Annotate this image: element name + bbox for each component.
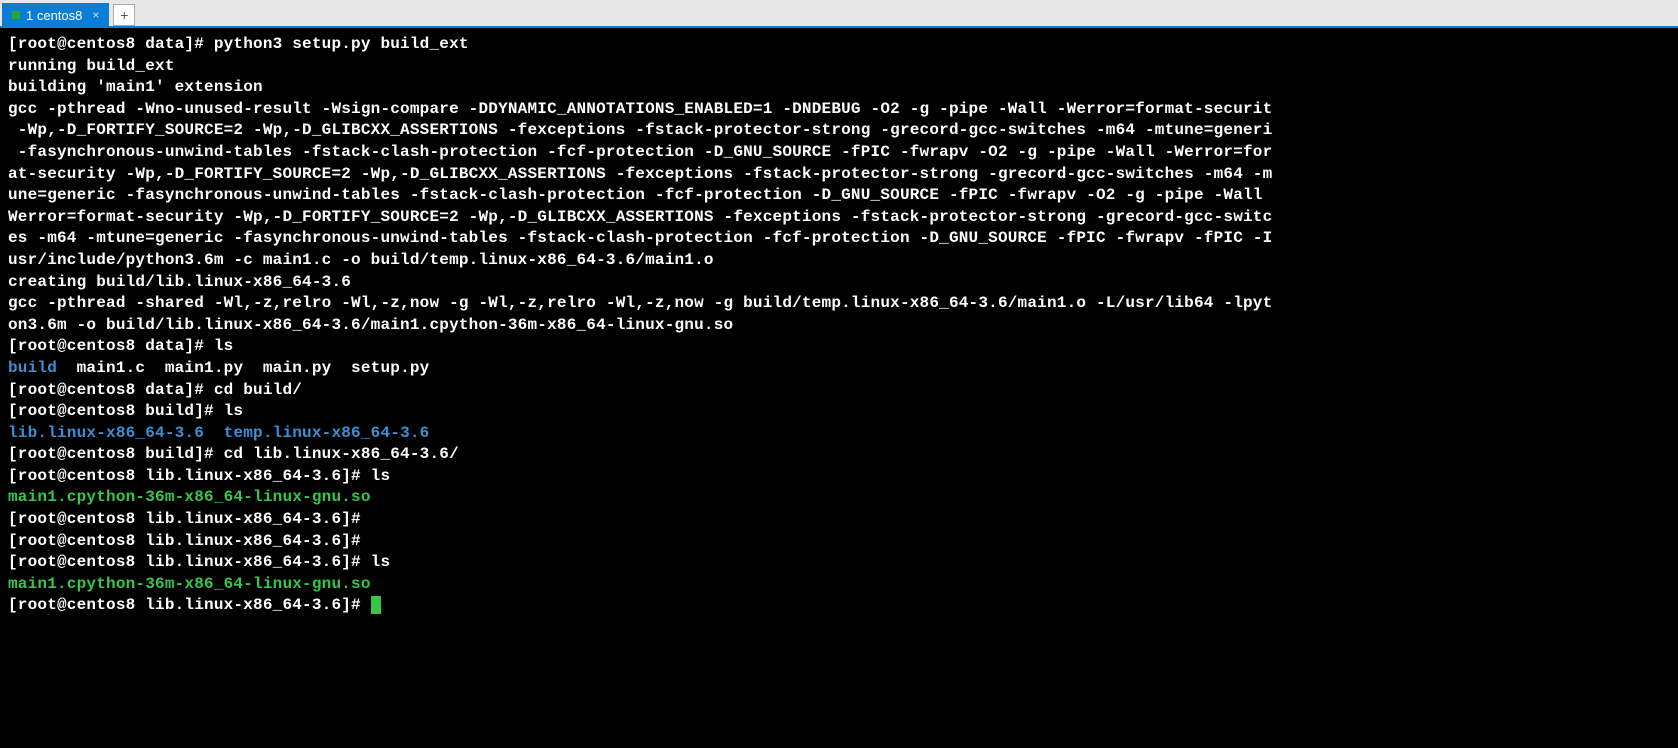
- terminal-line: build main1.c main1.py main.py setup.py: [8, 358, 1670, 380]
- add-tab-button[interactable]: +: [113, 4, 135, 26]
- terminal-line: -Wp,-D_FORTIFY_SOURCE=2 -Wp,-D_GLIBCXX_A…: [8, 120, 1670, 142]
- terminal-text: [root@centos8 build]# cd lib.linux-x86_6…: [8, 445, 459, 463]
- terminal-line: creating build/lib.linux-x86_64-3.6: [8, 272, 1670, 294]
- tab-bar: 1 centos8 × +: [0, 0, 1678, 28]
- terminal-text: gcc -pthread -Wno-unused-result -Wsign-c…: [8, 100, 1272, 118]
- terminal-text: main1.c main1.py main.py setup.py: [57, 359, 429, 377]
- terminal-text: on3.6m -o build/lib.linux-x86_64-3.6/mai…: [8, 316, 733, 334]
- close-icon[interactable]: ×: [92, 8, 99, 22]
- terminal-text: main1.cpython-36m-x86_64-linux-gnu.so: [8, 575, 371, 593]
- terminal-line: [root@centos8 lib.linux-x86_64-3.6]# ls: [8, 552, 1670, 574]
- terminal-text: [root@centos8 lib.linux-x86_64-3.6]#: [8, 596, 371, 614]
- terminal-text: [root@centos8 lib.linux-x86_64-3.6]#: [8, 532, 371, 550]
- terminal-line: [root@centos8 lib.linux-x86_64-3.6]#: [8, 531, 1670, 553]
- terminal-text: main1.cpython-36m-x86_64-linux-gnu.so: [8, 488, 371, 506]
- terminal-text: une=generic -fasynchronous-unwind-tables…: [8, 186, 1272, 204]
- terminal-line: [root@centos8 data]# cd build/: [8, 380, 1670, 402]
- terminal-text: [root@centos8 lib.linux-x86_64-3.6]# ls: [8, 553, 390, 571]
- terminal-text: running build_ext: [8, 57, 175, 75]
- terminal-line: main1.cpython-36m-x86_64-linux-gnu.so: [8, 487, 1670, 509]
- terminal-line: [root@centos8 lib.linux-x86_64-3.6]#: [8, 595, 1670, 617]
- terminal-line: [root@centos8 data]# ls: [8, 336, 1670, 358]
- terminal-line: lib.linux-x86_64-3.6 temp.linux-x86_64-3…: [8, 423, 1670, 445]
- terminal-text: -Wp,-D_FORTIFY_SOURCE=2 -Wp,-D_GLIBCXX_A…: [8, 121, 1272, 139]
- terminal-text: [root@centos8 data]# cd build/: [8, 381, 302, 399]
- terminal-text: build: [8, 359, 57, 377]
- tab-active[interactable]: 1 centos8 ×: [2, 3, 109, 27]
- terminal-line: usr/include/python3.6m -c main1.c -o bui…: [8, 250, 1670, 272]
- terminal-text: lib.linux-x86_64-3.6: [8, 424, 204, 442]
- terminal-text: [root@centos8 data]# ls: [8, 337, 233, 355]
- terminal-line: gcc -pthread -Wno-unused-result -Wsign-c…: [8, 99, 1670, 121]
- cursor-icon: [371, 596, 381, 614]
- terminal-text: es -m64 -mtune=generic -fasynchronous-un…: [8, 229, 1272, 247]
- terminal-line: building 'main1' extension: [8, 77, 1670, 99]
- status-dot-icon: [12, 11, 20, 19]
- terminal-text: creating build/lib.linux-x86_64-3.6: [8, 273, 351, 291]
- terminal-text: Werror=format-security -Wp,-D_FORTIFY_SO…: [8, 208, 1272, 226]
- terminal-line: running build_ext: [8, 56, 1670, 78]
- terminal-line: Werror=format-security -Wp,-D_FORTIFY_SO…: [8, 207, 1670, 229]
- terminal-text: [root@centos8 data]# python3 setup.py bu…: [8, 35, 469, 53]
- terminal-text: gcc -pthread -shared -Wl,-z,relro -Wl,-z…: [8, 294, 1272, 312]
- terminal-text: [204, 424, 224, 442]
- terminal-text: usr/include/python3.6m -c main1.c -o bui…: [8, 251, 714, 269]
- terminal[interactable]: [root@centos8 data]# python3 setup.py bu…: [0, 28, 1678, 748]
- terminal-text: building 'main1' extension: [8, 78, 263, 96]
- tab-label: 1 centos8: [26, 8, 82, 23]
- terminal-line: [root@centos8 build]# ls: [8, 401, 1670, 423]
- terminal-line: -fasynchronous-unwind-tables -fstack-cla…: [8, 142, 1670, 164]
- terminal-text: -fasynchronous-unwind-tables -fstack-cla…: [8, 143, 1272, 161]
- terminal-line: [root@centos8 data]# python3 setup.py bu…: [8, 34, 1670, 56]
- terminal-text: [root@centos8 lib.linux-x86_64-3.6]# ls: [8, 467, 390, 485]
- terminal-line: es -m64 -mtune=generic -fasynchronous-un…: [8, 228, 1670, 250]
- terminal-line: main1.cpython-36m-x86_64-linux-gnu.so: [8, 574, 1670, 596]
- terminal-text: temp.linux-x86_64-3.6: [224, 424, 430, 442]
- terminal-line: on3.6m -o build/lib.linux-x86_64-3.6/mai…: [8, 315, 1670, 337]
- terminal-text: [root@centos8 build]# ls: [8, 402, 243, 420]
- terminal-line: at-security -Wp,-D_FORTIFY_SOURCE=2 -Wp,…: [8, 164, 1670, 186]
- terminal-line: gcc -pthread -shared -Wl,-z,relro -Wl,-z…: [8, 293, 1670, 315]
- terminal-line: une=generic -fasynchronous-unwind-tables…: [8, 185, 1670, 207]
- terminal-text: [root@centos8 lib.linux-x86_64-3.6]#: [8, 510, 371, 528]
- terminal-line: [root@centos8 lib.linux-x86_64-3.6]# ls: [8, 466, 1670, 488]
- terminal-line: [root@centos8 build]# cd lib.linux-x86_6…: [8, 444, 1670, 466]
- terminal-text: at-security -Wp,-D_FORTIFY_SOURCE=2 -Wp,…: [8, 165, 1272, 183]
- terminal-line: [root@centos8 lib.linux-x86_64-3.6]#: [8, 509, 1670, 531]
